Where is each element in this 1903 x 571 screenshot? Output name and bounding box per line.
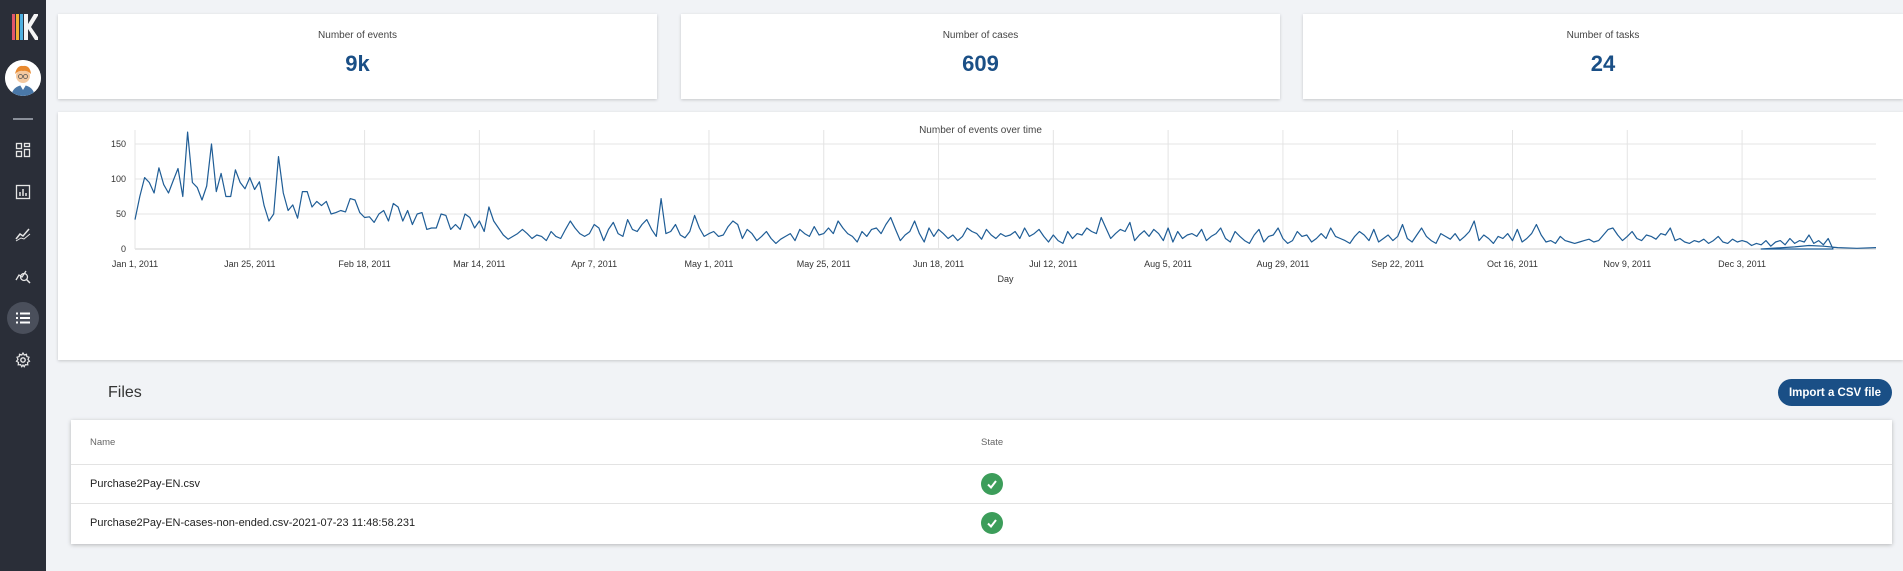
gear-icon [15,352,31,368]
table-row[interactable]: Purchase2Pay-EN-cases-non-ended.csv-2021… [71,503,1892,542]
x-tick-label: Nov 9, 2011 [1603,259,1651,269]
x-tick-label: Sep 22, 2011 [1371,259,1424,269]
nav-dashboard[interactable] [7,134,39,166]
app-logo[interactable] [8,10,40,44]
x-tick-label: Feb 18, 2011 [338,259,390,269]
x-tick-label: Aug 29, 2011 [1256,259,1309,269]
table-row[interactable]: Purchase2Pay-EN.csv [71,464,1892,503]
x-tick-label: May 25, 2011 [797,259,851,269]
y-tick-label: 150 [111,139,126,149]
events-line-chart: 0 50 100 150 Jan 1, 2011 Jan 25, 2011 Feb 18, … [111,130,1877,284]
x-tick-label: Apr 7, 2011 [571,259,617,269]
stat-label: Number of events [318,30,397,41]
import-csv-button[interactable]: Import a CSV file [1778,379,1892,406]
x-tick-label: Mar 14, 2011 [453,259,505,269]
x-tick-label: Oct 16, 2011 [1487,259,1538,269]
file-name: Purchase2Pay-EN.csv [90,478,201,490]
trend-line-icon [15,228,31,242]
bar-chart-icon [15,184,31,200]
dashboard-icon [15,142,31,158]
stat-label: Number of tasks [1566,30,1640,41]
x-tick-label: Jan 1, 2011 [112,259,158,269]
stat-card-tasks: Number of tasks 24 [1303,14,1903,99]
y-tick-label: 100 [111,174,126,184]
y-tick-label: 0 [121,244,126,254]
x-tick-label: May 1, 2011 [685,259,734,269]
x-tick-label: Aug 5, 2011 [1144,259,1192,269]
column-header-name[interactable]: Name [90,437,115,448]
check-icon [981,473,1003,495]
file-name: Purchase2Pay-EN-cases-non-ended.csv-2021… [90,517,416,529]
stat-value: 9k [345,51,370,76]
files-table: Name State Purchase2Pay-EN.csv Purchase2… [71,420,1892,544]
nav-settings[interactable] [7,344,39,376]
stat-value: 24 [1590,51,1616,76]
y-tick-label: 50 [116,209,126,219]
series-line [134,131,1877,250]
stat-label: Number of cases [942,30,1019,41]
stat-card-events: Number of events 9k [58,14,657,99]
stat-value: 609 [962,51,999,76]
nav-list[interactable] [7,302,39,334]
check-icon [981,512,1003,534]
list-icon [16,312,30,324]
files-title: Files [108,384,142,401]
nav-analytics[interactable] [7,260,39,292]
nav-bar-chart[interactable] [7,176,39,208]
sidebar-divider [13,118,33,120]
x-tick-label: Jul 12, 2011 [1029,259,1077,269]
events-chart-card: Number of events over time 0 50 100 150 Jan … [58,112,1903,360]
stat-card-cases: Number of cases 609 [681,14,1280,99]
nav-trends[interactable] [7,218,39,250]
column-header-state[interactable]: State [981,437,1003,448]
x-tick-label: Jan 25, 2011 [224,259,275,269]
x-axis-label: Day [997,274,1014,284]
sidebar [0,0,46,571]
x-tick-label: Jun 18, 2011 [913,259,964,269]
analytics-search-icon [15,270,31,284]
x-tick-label: Dec 3, 2011 [1718,259,1766,269]
avatar[interactable] [5,60,41,96]
